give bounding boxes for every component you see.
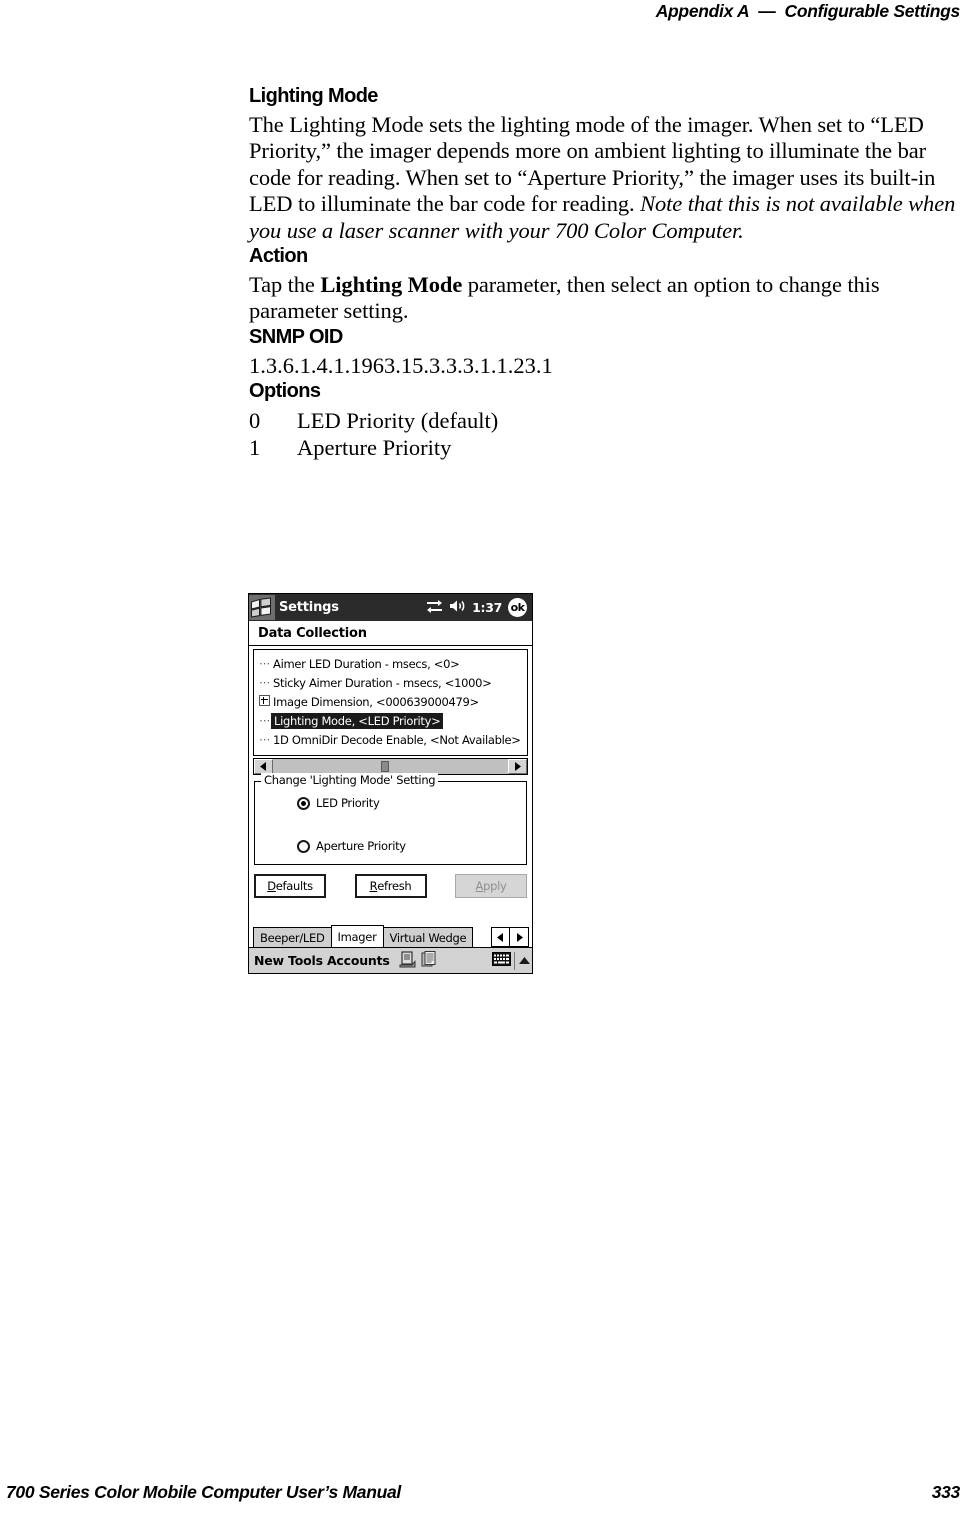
tree-item-label: 1D OmniDir Decode Enable, <Not Available… xyxy=(273,732,521,747)
option-row: 0 LED Priority (default) xyxy=(249,407,966,434)
tree-item[interactable]: ⋯ Sticky Aimer Duration - msecs, <1000> xyxy=(254,673,527,692)
scroll-right-arrow-icon[interactable] xyxy=(508,759,527,774)
speaker-volume-icon[interactable] xyxy=(449,599,466,616)
radio-label: LED Priority xyxy=(316,796,380,810)
tab-strip: Beeper/LED Imager Virtual Wedge xyxy=(249,925,532,947)
defaults-button[interactable]: Defaults xyxy=(254,874,326,898)
network-connection-icon[interactable] xyxy=(426,599,443,616)
action-text-before: Tap the xyxy=(249,272,321,298)
paragraph-action: Tap the Lighting Mode parameter, then se… xyxy=(249,272,966,325)
tree-item-label: Image Dimension, <000639000479> xyxy=(273,694,479,709)
apply-accel: A xyxy=(475,879,484,893)
radio-option-aperture-priority[interactable]: Aperture Priority xyxy=(255,839,526,853)
page-content: Lighting Mode The Lighting Mode sets the… xyxy=(249,84,966,461)
tree-connector-icon: ⋯ xyxy=(259,676,270,689)
radio-label: Aperture Priority xyxy=(316,839,406,853)
device-sync-icon[interactable] xyxy=(399,950,416,971)
radio-button-selected-icon[interactable] xyxy=(297,796,310,810)
tree-item-label: Sticky Aimer Duration - msecs, <1000> xyxy=(273,675,492,690)
heading-snmp-oid: SNMP OID xyxy=(249,325,343,348)
scrollbar-thumb[interactable] xyxy=(381,761,390,772)
option-label: LED Priority (default) xyxy=(297,408,499,434)
clock-time: 1:37 xyxy=(472,600,502,615)
page-footer: 700 Series Color Mobile Computer User’s … xyxy=(0,1479,966,1505)
windows-flag-icon[interactable] xyxy=(249,595,275,620)
action-button-row: Defaults Refresh Apply xyxy=(254,874,527,898)
action-bold-term: Lighting Mode xyxy=(320,272,463,298)
tree-item-label: Aimer LED Duration - msecs, <0> xyxy=(273,656,460,671)
pda-screenshot-figure: Settings 1:37 ok Data Collection ⋯ Aimer… xyxy=(248,593,533,974)
option-label: Aperture Priority xyxy=(297,435,452,461)
tree-item[interactable]: Image Dimension, <000639000479> xyxy=(254,692,527,711)
paragraph-lighting-mode: The Lighting Mode sets the lighting mode… xyxy=(249,112,966,244)
taskbar-menu-labels[interactable]: New Tools Accounts xyxy=(254,953,390,968)
tree-connector-icon: ⋯ xyxy=(259,657,270,670)
option-number: 0 xyxy=(249,408,261,434)
change-setting-groupbox: Change 'Lighting Mode' Setting LED Prior… xyxy=(254,773,527,865)
snmp-oid-value: 1.3.6.1.4.1.1963.15.3.3.3.1.1.23.1 xyxy=(249,352,553,378)
soft-keyboard-icon[interactable] xyxy=(492,952,511,969)
pda-taskbar: New Tools Accounts xyxy=(249,947,532,973)
tree-item[interactable]: ⋯ Aimer LED Duration - msecs, <0> xyxy=(254,654,527,673)
footer-manual-title: 700 Series Color Mobile Computer User’s … xyxy=(6,1481,401,1502)
apply-button: Apply xyxy=(455,874,527,898)
ok-button[interactable]: ok xyxy=(508,598,527,617)
taskbar-expand-chevron[interactable] xyxy=(514,951,530,970)
defaults-rest: efaults xyxy=(275,879,313,893)
option-number: 1 xyxy=(249,435,261,461)
apply-rest: pply xyxy=(483,879,507,893)
tab-scroll-right-icon[interactable] xyxy=(510,927,529,947)
option-row: 1 Aperture Priority xyxy=(249,434,966,461)
radio-option-led-priority[interactable]: LED Priority xyxy=(255,796,526,810)
scroll-left-arrow-icon[interactable] xyxy=(254,759,273,774)
heading-lighting-mode: Lighting Mode xyxy=(249,85,378,107)
tab-scroll-controls xyxy=(491,927,529,947)
running-head: Appendix A — Configurable Settings xyxy=(0,0,966,30)
footer-page-number: 333 xyxy=(931,1481,961,1502)
running-head-appendix: Appendix A xyxy=(655,1,750,21)
refresh-accel: R xyxy=(369,879,378,893)
defaults-accel: D xyxy=(267,879,276,893)
tree-expand-plus-icon[interactable] xyxy=(258,695,271,708)
heading-action: Action xyxy=(249,245,308,268)
tree-item-selected[interactable]: ⋯ Lighting Mode, <LED Priority> xyxy=(254,711,527,730)
pda-title-bar: Settings 1:37 ok xyxy=(249,594,532,621)
pda-window-title: Settings xyxy=(279,600,339,615)
refresh-button[interactable]: Refresh xyxy=(354,874,427,898)
running-head-title: Configurable Settings xyxy=(784,1,960,21)
running-head-separator: — xyxy=(758,1,776,21)
refresh-rest: efresh xyxy=(377,879,412,893)
tab-virtual-wedge[interactable]: Virtual Wedge xyxy=(382,927,474,947)
heading-options: Options xyxy=(249,380,321,403)
tree-item-label: Lighting Mode, <LED Priority> xyxy=(271,712,444,729)
scrollbar-track[interactable] xyxy=(273,759,508,774)
tree-connector-icon: ⋯ xyxy=(259,733,270,746)
tab-beeper-led[interactable]: Beeper/LED xyxy=(253,927,332,947)
settings-tree-list[interactable]: ⋯ Aimer LED Duration - msecs, <0> ⋯ Stic… xyxy=(253,649,528,756)
radio-button-icon[interactable] xyxy=(297,839,310,853)
pda-status-icons: 1:37 ok xyxy=(426,598,527,617)
pda-page-heading: Data Collection xyxy=(249,621,532,646)
tab-scroll-left-icon[interactable] xyxy=(491,927,510,947)
documents-icon[interactable] xyxy=(421,950,438,971)
tab-imager[interactable]: Imager xyxy=(330,925,384,947)
tree-connector-icon: ⋯ xyxy=(259,714,270,727)
tree-item[interactable]: ⋯ 1D OmniDir Decode Enable, <Not Availab… xyxy=(254,730,527,749)
groupbox-legend: Change 'Lighting Mode' Setting xyxy=(261,773,439,787)
